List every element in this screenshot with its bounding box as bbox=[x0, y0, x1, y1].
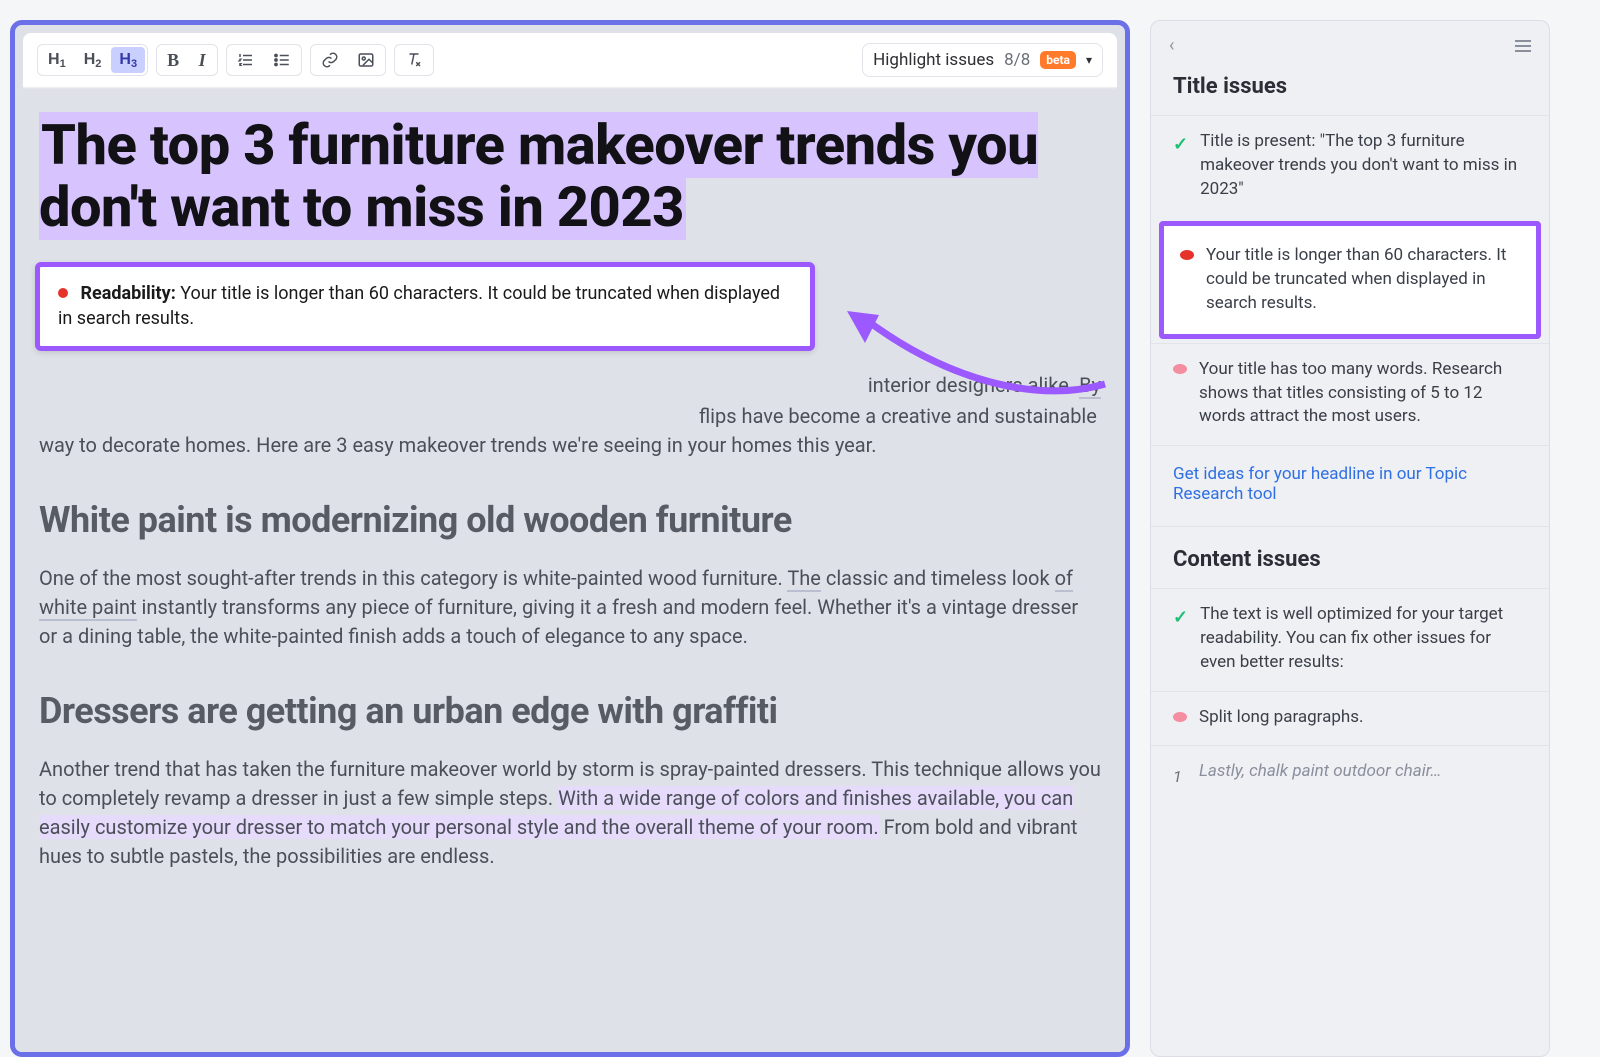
topic-research-link[interactable]: Get ideas for your headline in our Topic… bbox=[1151, 445, 1549, 526]
heading-group bbox=[37, 44, 148, 76]
clear-format-icon bbox=[405, 51, 423, 69]
editor-inner: B I bbox=[23, 33, 1117, 89]
link-icon bbox=[321, 51, 339, 69]
issue-title-words[interactable]: Your title has too many words. Research … bbox=[1151, 343, 1549, 445]
clear-format-button[interactable] bbox=[397, 47, 431, 73]
check-icon: ✓ bbox=[1173, 136, 1188, 201]
warning-dot-icon bbox=[1173, 712, 1187, 722]
h2-button[interactable] bbox=[76, 47, 110, 73]
beta-badge: beta bbox=[1040, 51, 1076, 69]
menu-button[interactable] bbox=[1515, 40, 1531, 52]
issue-text: Title is present: "The top 3 furniture m… bbox=[1200, 130, 1527, 201]
unordered-list-button[interactable] bbox=[265, 47, 299, 73]
issue-text: Your title has too many words. Research … bbox=[1199, 358, 1527, 429]
editor-toolbar: B I bbox=[23, 33, 1117, 88]
title-issues-list: ✓ Title is present: "The top 3 furniture… bbox=[1151, 115, 1549, 526]
issue-title-present[interactable]: ✓ Title is present: "The top 3 furniture… bbox=[1151, 115, 1549, 217]
highlight-count: 8/8 bbox=[1004, 50, 1030, 70]
clear-group bbox=[394, 44, 434, 76]
sidebar-header: ‹ bbox=[1151, 21, 1549, 66]
intro-paragraph[interactable]: interior designers alike. By bbox=[39, 371, 1101, 400]
ordered-list-button[interactable] bbox=[229, 47, 263, 73]
issue-split-paragraphs[interactable]: Split long paragraphs. bbox=[1151, 691, 1549, 746]
highlight-label: Highlight issues bbox=[873, 50, 994, 70]
intro-paragraph-2[interactable]: xxxxxxxxxxxxxxxxxxxxxxxxxxxxxxxxxxxxxxxx… bbox=[39, 402, 1101, 460]
back-button[interactable]: ‹ bbox=[1169, 35, 1174, 56]
editor-panel: B I bbox=[10, 20, 1130, 1057]
document-body[interactable]: The top 3 furniture makeover trends you … bbox=[15, 89, 1125, 1052]
image-button[interactable] bbox=[349, 47, 383, 73]
style-group: B I bbox=[156, 44, 218, 76]
highlight-issues-toggle[interactable]: Highlight issues 8/8 beta ▾ bbox=[862, 43, 1103, 77]
h3-button[interactable] bbox=[111, 47, 145, 73]
check-icon: ✓ bbox=[1173, 609, 1188, 674]
warning-dot-icon bbox=[1173, 364, 1187, 374]
image-icon bbox=[357, 51, 375, 69]
issue-readability-ok[interactable]: ✓ The text is well optimized for your ta… bbox=[1151, 588, 1549, 690]
section-2-heading[interactable]: Dressers are getting an urban edge with … bbox=[39, 685, 1101, 737]
link-button[interactable] bbox=[313, 47, 347, 73]
sample-text: Lastly, chalk paint outdoor chair… bbox=[1199, 760, 1441, 788]
title-issues-heading: Title issues bbox=[1151, 66, 1549, 115]
section-1-heading[interactable]: White paint is modernizing old wooden fu… bbox=[39, 494, 1101, 546]
unordered-list-icon bbox=[273, 51, 291, 69]
callout-category: Readability: bbox=[80, 283, 175, 304]
document-title-text: The top 3 furniture makeover trends you … bbox=[39, 112, 1038, 240]
issue-text: Split long paragraphs. bbox=[1199, 706, 1364, 730]
section-2-paragraph[interactable]: Another trend that has taken the furnitu… bbox=[39, 755, 1101, 871]
issue-text: Your title is longer than 60 characters.… bbox=[1206, 244, 1520, 315]
sample-number: 1 bbox=[1173, 766, 1187, 788]
ordered-list-icon bbox=[237, 51, 255, 69]
insert-group bbox=[310, 44, 386, 76]
readability-callout: Readability: Your title is longer than 6… bbox=[35, 262, 815, 350]
link-text[interactable]: Get ideas for your headline in our Topic… bbox=[1173, 464, 1467, 504]
h1-button[interactable] bbox=[40, 47, 74, 73]
issue-sample-line[interactable]: 1 Lastly, chalk paint outdoor chair… bbox=[1151, 745, 1549, 804]
issue-text: The text is well optimized for your targ… bbox=[1200, 603, 1527, 674]
content-issues-heading: Content issues bbox=[1151, 526, 1549, 588]
issue-title-long[interactable]: Your title is longer than 60 characters.… bbox=[1159, 221, 1541, 338]
list-group bbox=[226, 44, 302, 76]
chevron-down-icon: ▾ bbox=[1086, 53, 1092, 67]
italic-button[interactable]: I bbox=[189, 47, 215, 73]
bold-button[interactable]: B bbox=[159, 47, 187, 73]
section-1-paragraph[interactable]: One of the most sought-after trends in t… bbox=[39, 564, 1101, 651]
content-issues-list: ✓ The text is well optimized for your ta… bbox=[1151, 588, 1549, 805]
error-dot-icon bbox=[58, 288, 68, 298]
document-title[interactable]: The top 3 furniture makeover trends you … bbox=[39, 115, 1101, 238]
error-dot-icon bbox=[1180, 250, 1194, 260]
issues-sidebar: ‹ Title issues ✓ Title is present: "The … bbox=[1150, 20, 1550, 1057]
